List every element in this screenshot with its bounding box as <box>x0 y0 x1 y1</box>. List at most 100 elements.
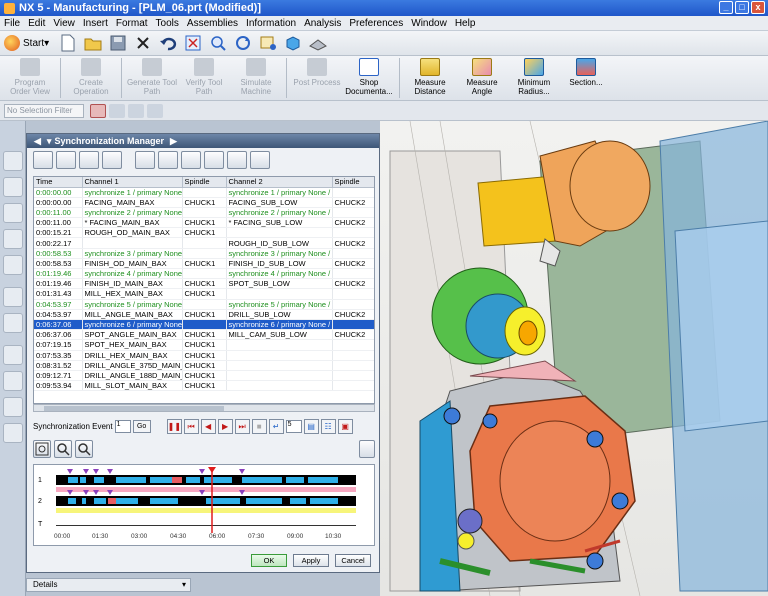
sync-marker[interactable] <box>93 490 99 495</box>
sync-marker[interactable] <box>107 490 113 495</box>
table-row[interactable]: 0:04:53.97 MILL_ANGLE_MAIN_BAX CHUCK1 DRILL… <box>34 309 374 320</box>
table-row[interactable]: 0:04:53.97synchronize 5 / primary None /… <box>34 299 374 310</box>
cancel-button[interactable]: Cancel <box>335 554 371 567</box>
menu-help[interactable]: Help <box>455 18 476 29</box>
play-reverse-button[interactable]: ◀ <box>200 418 216 434</box>
menu-view[interactable]: View <box>53 18 75 29</box>
table-row[interactable]: 0:00:58.53synchronize 3 / primary None /… <box>34 248 374 259</box>
select-option-button[interactable] <box>109 103 125 118</box>
menu-file[interactable]: File <box>4 18 20 29</box>
part-navigator-tab[interactable] <box>3 203 23 223</box>
table-row[interactable]: 0:08:31.52DRILL_ANGLE_375D_MAIN_BAXCHUCK… <box>34 360 374 371</box>
start-button[interactable]: Start ▾ <box>4 35 49 51</box>
timeline-tracks[interactable] <box>46 467 376 533</box>
zoom-button[interactable] <box>207 33 229 53</box>
menu-tools[interactable]: Tools <box>156 18 179 29</box>
measure-distance-button[interactable]: Measure Distance <box>404 56 456 100</box>
animation-speed-button[interactable]: ▤ <box>303 418 319 434</box>
chevron-left-icon[interactable]: ◀ <box>34 136 41 147</box>
table-row[interactable]: 0:00:58.53 FINISH_OD_MAIN_BAX CHUCK1 FINISH… <box>34 258 374 270</box>
sync-marker[interactable] <box>83 490 89 495</box>
table-row[interactable]: 0:06:37.06 SPOT_ANGLE_MAIN_BAX CHUCK1 MILL_… <box>34 329 374 341</box>
table-row[interactable]: 0:07:19.15 SPOT_HEX_MAIN_BAX CHUCK1 <box>34 339 374 351</box>
assembly-tab[interactable] <box>3 255 23 275</box>
reuse-library-tab[interactable] <box>3 229 23 249</box>
process-studio-tab[interactable] <box>3 371 23 391</box>
open-folder-button[interactable] <box>82 33 104 53</box>
column-header-spindle2[interactable]: Spindle <box>332 177 374 188</box>
scrollbar-thumb[interactable] <box>44 406 224 411</box>
menu-window[interactable]: Window <box>411 18 447 29</box>
menu-assemblies[interactable]: Assemblies <box>187 18 238 29</box>
post-process-button[interactable]: Post Process <box>291 56 343 100</box>
select-crosshair-button[interactable] <box>90 103 106 118</box>
apply-button[interactable]: Apply <box>293 554 329 567</box>
verify-tool-path-button[interactable]: Verify Tool Path <box>178 56 230 100</box>
generate-tool-path-button[interactable]: Generate Tool Path <box>126 56 178 100</box>
table-row[interactable]: 0:07:53.35 DRILL_HEX_MAIN_BAX CHUCK1 <box>34 350 374 361</box>
collapse-icon[interactable]: ▾ <box>47 136 52 147</box>
table-row[interactable]: 0:09:12.71DRILL_ANGLE_188D_MAIN_BAXCHUCK… <box>34 370 374 382</box>
menu-preferences[interactable]: Preferences <box>349 18 403 29</box>
roles-tab[interactable] <box>3 397 23 417</box>
history-tab[interactable] <box>3 345 23 365</box>
shop-documentation-button[interactable]: Shop Documenta... <box>343 56 395 100</box>
operation-navigator-tab[interactable] <box>3 151 23 171</box>
new-file-button[interactable] <box>57 33 79 53</box>
measure-angle-button[interactable]: Measure Angle <box>456 56 508 100</box>
channel-color-button[interactable]: ▣ <box>337 418 353 434</box>
table-row[interactable]: 0:06:37.06synchronize 6 / primary None /… <box>34 319 374 331</box>
menu-analysis[interactable]: Analysis <box>304 18 341 29</box>
step-start-button[interactable]: ❚❚ <box>166 418 182 434</box>
orient-view-button[interactable] <box>307 33 329 53</box>
sync-marker[interactable] <box>83 469 89 474</box>
zoom-out-button[interactable] <box>75 440 93 458</box>
sync-event-spinner[interactable]: 1 <box>114 419 131 433</box>
time-cursor-handle[interactable] <box>208 467 216 473</box>
select-option-button[interactable] <box>147 103 163 118</box>
table-row[interactable]: 0:00:15.21 ROUGH_OD_MAIN_BAX CHUCK1 <box>34 227 374 239</box>
sync-marker[interactable] <box>93 469 99 474</box>
pan-button[interactable] <box>257 33 279 53</box>
table-row[interactable]: 0:01:19.46 FINISH_ID_MAIN_BAX CHUCK1 SPOT_S… <box>34 278 374 290</box>
sync-marker[interactable] <box>107 469 113 474</box>
timeline-options-button[interactable] <box>359 440 375 458</box>
delete-button[interactable] <box>132 33 154 53</box>
table-row[interactable]: 0:09:53.94 MILL_SLOT_MAIN_BAX CHUCK1 <box>34 380 374 392</box>
channel-table-button[interactable] <box>204 151 224 169</box>
step-end-button[interactable]: ⏭ <box>234 418 250 434</box>
sync-marker[interactable] <box>239 490 245 495</box>
play-button[interactable]: ▶ <box>217 418 233 434</box>
table-row[interactable]: 0:00:00.00synchronize 1 / primary None /… <box>34 187 374 198</box>
column-header-channel1[interactable]: Channel 1 <box>82 177 183 188</box>
graphics-viewport[interactable] <box>380 121 768 596</box>
table-row[interactable]: 0:01:19.46synchronize 4 / primary None /… <box>34 268 374 280</box>
selection-filter-dropdown[interactable]: No Selection Filter <box>4 103 84 118</box>
menu-information[interactable]: Information <box>246 18 296 29</box>
go-button[interactable]: Go <box>132 419 151 433</box>
program-order-view-button[interactable]: Program Order View <box>4 56 56 100</box>
table-row[interactable]: 0:00:11.00synchronize 2 / primary None /… <box>34 207 374 219</box>
column-header-time[interactable]: Time <box>34 177 83 188</box>
channel-timeline[interactable]: 1 2 T 00:00 01:30 03:00 04:30 06:00 07:3… <box>33 464 375 546</box>
loop-button[interactable]: ↵ <box>268 418 284 434</box>
table-row[interactable]: 0:01:31.43 MILL_HEX_MAIN_BAX CHUCK1 <box>34 288 374 300</box>
help-tab[interactable] <box>3 313 23 333</box>
create-operation-button[interactable]: Create Operation <box>65 56 117 100</box>
undo-button[interactable] <box>157 33 179 53</box>
menu-edit[interactable]: Edit <box>28 18 45 29</box>
minimize-button[interactable]: _ <box>719 1 733 14</box>
maximize-button[interactable]: □ <box>735 1 749 14</box>
sync-marker[interactable] <box>67 469 73 474</box>
channel-list-button[interactable]: ☷ <box>320 418 336 434</box>
details-view-button[interactable] <box>158 151 178 169</box>
section-button[interactable]: Section... <box>560 56 612 100</box>
details-panel-toggle[interactable]: Details ▾ <box>26 578 191 592</box>
channel-layout-button[interactable] <box>250 151 270 169</box>
simulate-machine-button[interactable]: Simulate Machine <box>230 56 282 100</box>
sync-delete-button[interactable] <box>56 151 76 169</box>
chevron-right-icon[interactable]: ▶ <box>170 136 177 147</box>
zoom-in-button[interactable] <box>54 440 72 458</box>
sync-marker[interactable] <box>199 469 205 474</box>
zoom-fit-button[interactable] <box>33 440 51 458</box>
